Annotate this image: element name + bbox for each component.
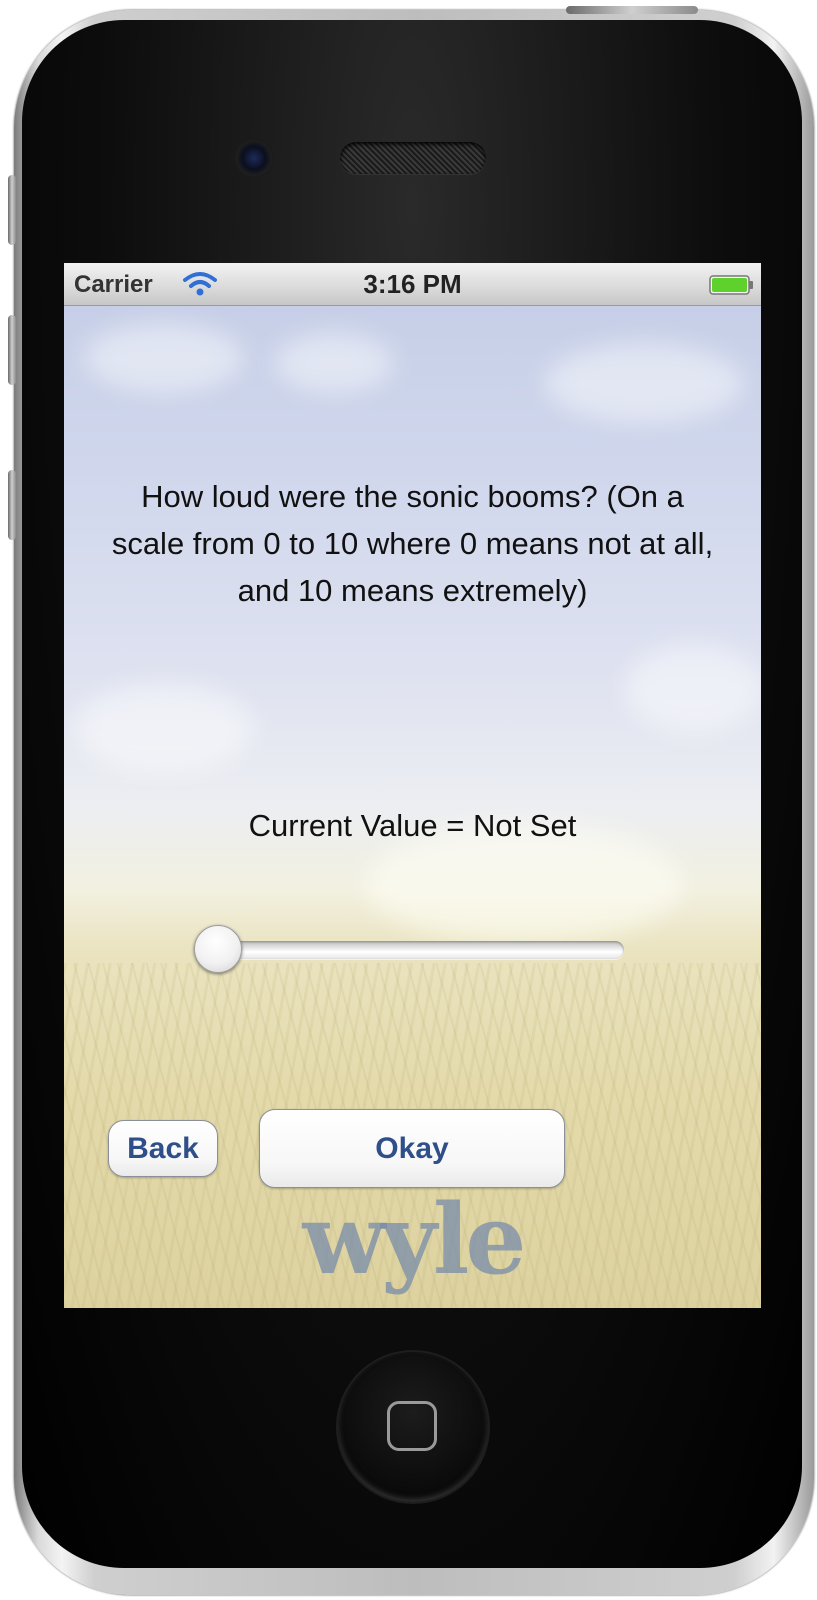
sleep-button (566, 6, 698, 14)
front-camera-icon (236, 140, 272, 176)
background-cloud (624, 643, 761, 733)
earpiece-speaker (340, 142, 486, 174)
status-time: 3:16 PM (363, 269, 462, 299)
back-button[interactable]: Back (108, 1120, 218, 1177)
loudness-slider-track[interactable] (200, 941, 624, 959)
wyle-logo: wyle (302, 1183, 527, 1296)
survey-question: How loud were the sonic booms? (On a sca… (111, 479, 714, 608)
background-cloud (84, 323, 244, 393)
battery-icon (709, 275, 753, 295)
current-value-label: Current Value = (248, 808, 473, 843)
mute-switch (8, 175, 16, 245)
home-square-icon (387, 1401, 437, 1451)
background-cloud (544, 343, 744, 423)
status-bar: Carrier 3:16 PM (64, 263, 761, 306)
background-cloud (274, 333, 394, 393)
home-button[interactable] (338, 1352, 488, 1502)
volume-up-button (8, 315, 16, 385)
app-screen: Carrier 3:16 PM How loud were the sonic … (64, 263, 761, 1308)
volume-down-button (8, 470, 16, 540)
background-cloud (74, 683, 254, 773)
loudness-slider-thumb[interactable] (194, 925, 242, 973)
okay-button[interactable]: Okay (259, 1109, 565, 1188)
current-value-text: Not Set (472, 808, 577, 843)
current-value-readout: Current Value = Not Set (64, 808, 761, 844)
